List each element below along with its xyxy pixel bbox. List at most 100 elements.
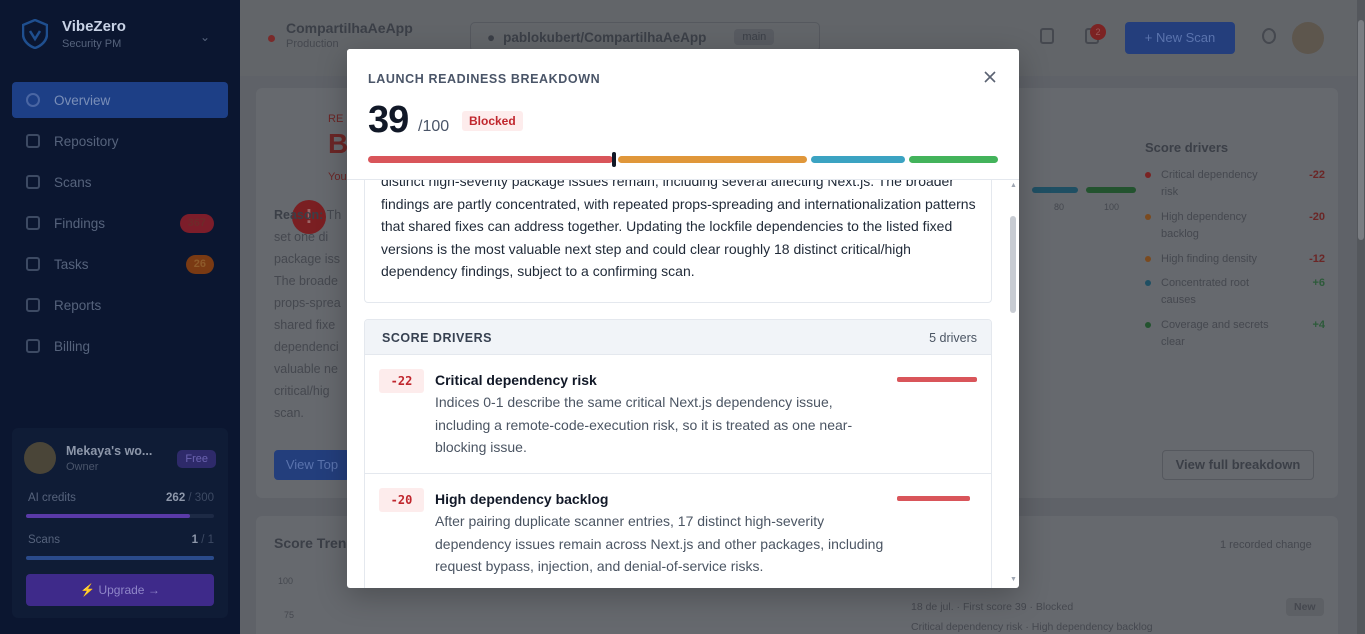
modal-title: LAUNCH READINESS BREAKDOWN <box>368 72 601 86</box>
score-segment-blocked <box>368 156 613 163</box>
readiness-score-max: /100 <box>418 118 450 135</box>
ai-credits-bar <box>26 514 214 518</box>
sidebar-item-label: Repository <box>54 133 119 149</box>
workspace-user[interactable]: Mekaya's wo... Owner <box>24 442 152 474</box>
ai-credits-label: AI credits <box>28 492 76 504</box>
bg-score-drivers-title: Score drivers <box>1145 140 1229 155</box>
sidebar-item-repository[interactable]: Repository <box>12 123 228 159</box>
page-scroll-thumb[interactable] <box>1358 20 1364 240</box>
close-x-icon <box>984 71 996 83</box>
user-avatar[interactable] <box>1292 22 1324 54</box>
bg-driver-row: Coverage and secrets clear +4 <box>1145 317 1325 359</box>
ai-credits-bar-fill <box>26 514 190 518</box>
project-name: CompartilhaAeApp <box>286 20 413 36</box>
reason-text: Reason: Th set one di package iss The br… <box>274 208 342 420</box>
status-sub: You <box>328 171 347 183</box>
history-line: 18 de jul. · First score 39 · Blocked <box>911 601 1074 613</box>
bg-driver-row: High finding density -12 <box>1145 251 1325 275</box>
modal-scroll-thumb[interactable] <box>1010 216 1016 313</box>
sidebar-item-label: Findings <box>54 215 106 231</box>
ai-credits-row: AI credits 262 / 300 <box>28 492 214 504</box>
branch-badge[interactable]: main <box>734 29 775 45</box>
bg-bar-green <box>1086 187 1136 193</box>
project-selector[interactable]: CompartilhaAeApp Production <box>268 20 413 50</box>
view-full-breakdown-button[interactable]: View full breakdown <box>1162 450 1314 480</box>
modal-body[interactable]: distinct high-severity package issues re… <box>347 180 1019 588</box>
sidebar-item-label: Reports <box>54 297 102 313</box>
tasks-count-badge: 26 <box>185 255 214 274</box>
score-segment-ready-with-work <box>811 156 905 163</box>
sidebar-item-billing[interactable]: Billing <box>12 328 228 364</box>
score-segment-at-risk <box>618 156 807 163</box>
sidebar-item-label: Overview <box>54 92 111 108</box>
brand[interactable]: VibeZero Security PM <box>22 18 126 50</box>
driver-description: After pairing duplicate scanner entries,… <box>435 513 884 574</box>
close-icon[interactable] <box>980 68 1000 88</box>
scans-value: 1 <box>191 534 198 546</box>
impact-badge: -20 <box>379 488 424 512</box>
score-trend-title: Score Trend <box>274 535 355 551</box>
status-letter: B <box>328 128 349 159</box>
sidebar-item-label: Tasks <box>54 256 89 272</box>
scans-label: Scans <box>28 534 60 546</box>
axis-label-100: 100 <box>1104 202 1120 212</box>
ai-credits-value: 262 <box>166 492 186 504</box>
history-tag: New <box>1286 598 1324 616</box>
sidebar-item-tasks[interactable]: Tasks 26 <box>12 246 228 282</box>
project-status-dot <box>268 35 275 42</box>
workspace-name: Mekaya's wo... <box>66 443 153 458</box>
repo-selector[interactable]: ● pablokubert/CompartilhaAeApp main <box>470 22 820 52</box>
summary-box: distinct high-severity package issues re… <box>364 180 992 303</box>
driver-title: Critical dependency risk <box>435 372 597 388</box>
bg-driver-row: Critical dependency risk -22 <box>1145 167 1325 209</box>
modal-scrollbar[interactable]: ▲ ▼ <box>1007 180 1019 588</box>
plan-badge: Free <box>177 450 216 468</box>
notification-count-badge: 2 <box>1090 24 1106 40</box>
scans-bar <box>26 556 214 560</box>
upgrade-button[interactable]: ⚡ Upgrade → <box>26 574 214 606</box>
sidebar-item-reports[interactable]: Reports <box>12 287 228 323</box>
scroll-up-icon[interactable]: ▲ <box>1010 182 1017 189</box>
readiness-score: 39 <box>368 99 409 141</box>
axis-label-80: 80 <box>1054 202 1065 212</box>
view-top-fix-button[interactable]: View Top <box>274 450 350 480</box>
bg-bar-blue <box>1032 187 1078 193</box>
bg-driver-row: Concentrated root causes +6 <box>1145 275 1325 317</box>
findings-count-badge: 367 <box>179 214 214 233</box>
sidebar-item-label: Scans <box>54 174 92 190</box>
clipboard-icon[interactable] <box>1040 28 1054 44</box>
trend-axis-75: 75 <box>284 610 295 620</box>
sidebar-item-label: Billing <box>54 338 91 354</box>
new-scan-button[interactable]: + New Scan <box>1125 22 1235 54</box>
scans-row: Scans 1 / 1 <box>28 534 214 546</box>
grid-icon <box>26 93 40 107</box>
app-name: VibeZero <box>62 18 126 35</box>
sidebar-item-scans[interactable]: Scans <box>12 164 228 200</box>
sidebar-item-findings[interactable]: Findings 367 <box>12 205 228 241</box>
driver-description: Indices 0-1 describe the same critical N… <box>435 394 853 455</box>
theme-moon-icon[interactable] <box>1262 28 1276 44</box>
github-icon: ● <box>487 29 496 45</box>
score-drivers-header: SCORE DRIVERS 5 drivers <box>365 320 991 355</box>
collapse-chevron-icon[interactable]: ⌄ <box>200 30 210 44</box>
history-sub: Critical dependency risk · High dependen… <box>911 621 1153 633</box>
page-scrollbar[interactable] <box>1357 0 1365 634</box>
ai-credits-total: / 300 <box>188 492 214 504</box>
recorded-change-label: 1 recorded change <box>1220 539 1312 551</box>
summary-text: distinct high-severity package issues re… <box>381 180 976 279</box>
score-driver-item: -22 Critical dependency risk Indices 0-1… <box>365 355 991 474</box>
scans-total: / 1 <box>201 534 214 546</box>
modal-header: LAUNCH READINESS BREAKDOWN 39 /100 Block… <box>347 49 1019 180</box>
sidebar: VibeZero Security PM ⌄ Overview Reposito… <box>0 0 240 634</box>
sidebar-item-overview[interactable]: Overview <box>12 82 228 118</box>
document-icon <box>26 298 40 312</box>
workspace-role: Owner <box>66 460 99 473</box>
driver-title: High dependency backlog <box>435 491 609 507</box>
score-drivers-title: SCORE DRIVERS <box>382 331 492 345</box>
impact-badge: -22 <box>379 369 424 393</box>
app-subtitle: Security PM <box>62 38 122 50</box>
launch-readiness-modal: LAUNCH READINESS BREAKDOWN 39 /100 Block… <box>347 49 1019 588</box>
avatar <box>24 442 56 474</box>
bg-driver-row: High dependency backlog -20 <box>1145 209 1325 251</box>
scroll-down-icon[interactable]: ▼ <box>1010 576 1017 583</box>
